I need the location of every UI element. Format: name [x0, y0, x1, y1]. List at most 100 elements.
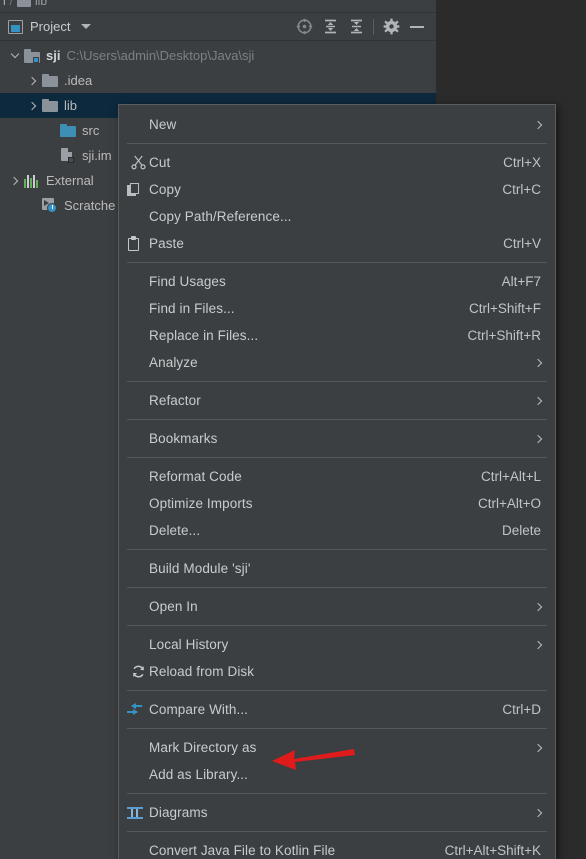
- menu-separator: [127, 381, 547, 382]
- folder-icon: [42, 99, 58, 112]
- menu-item-delete[interactable]: Delete... Delete: [119, 517, 555, 544]
- menu-item-copy[interactable]: Copy Ctrl+C: [119, 176, 555, 203]
- menu-item-label: Diagrams: [149, 805, 208, 820]
- menu-separator: [127, 793, 547, 794]
- hide-icon[interactable]: [404, 15, 430, 39]
- no-icon: [127, 468, 149, 486]
- tree-node-label: lib: [64, 98, 78, 113]
- menu-separator: [127, 625, 547, 626]
- chevron-right-icon: [533, 434, 543, 443]
- select-opened-file-icon[interactable]: [291, 15, 317, 39]
- menu-item-shortcut: Delete: [501, 523, 541, 538]
- chevron-right-icon: [533, 120, 543, 129]
- menu-item-convert-java-to-kotlin[interactable]: Convert Java File to Kotlin File Ctrl+Al…: [119, 837, 555, 859]
- menu-separator: [127, 419, 547, 420]
- menu-item-paste[interactable]: Paste Ctrl+V: [119, 230, 555, 257]
- chevron-right-icon[interactable]: [24, 76, 42, 85]
- menu-item-open-in[interactable]: Open In: [119, 593, 555, 620]
- menu-separator: [127, 549, 547, 550]
- menu-item-label: Reformat Code: [149, 469, 242, 484]
- tree-node-sji[interactable]: sji C:\Users\admin\Desktop\Java\sji: [0, 43, 436, 68]
- menu-item-label: Optimize Imports: [149, 496, 253, 511]
- menu-item-cut[interactable]: Cut Ctrl+X: [119, 149, 555, 176]
- menu-item-find-in-files[interactable]: Find in Files... Ctrl+Shift+F: [119, 295, 555, 322]
- menu-item-build-module[interactable]: Build Module 'sji': [119, 555, 555, 582]
- menu-item-reformat-code[interactable]: Reformat Code Ctrl+Alt+L: [119, 463, 555, 490]
- chevron-down-icon[interactable]: [81, 24, 92, 29]
- tree-node-label: External: [46, 173, 94, 188]
- menu-item-analyze[interactable]: Analyze: [119, 349, 555, 376]
- menu-separator: [127, 143, 547, 144]
- breadcrumb: i / lib: [0, 0, 436, 12]
- menu-item-add-as-library[interactable]: Add as Library...: [119, 761, 555, 788]
- no-icon: [127, 766, 149, 784]
- tree-node-label: sji.im: [82, 148, 112, 163]
- no-icon: [127, 522, 149, 540]
- expand-all-icon[interactable]: [317, 15, 343, 39]
- context-menu: New Cut Ctrl+X Copy Ctrl+C Copy Path/Ref…: [118, 104, 556, 859]
- breadcrumb-folder-label: lib: [35, 0, 48, 8]
- chevron-right-icon: [533, 743, 543, 752]
- menu-item-mark-directory-as[interactable]: Mark Directory as: [119, 734, 555, 761]
- menu-item-label: Reload from Disk: [149, 664, 255, 679]
- no-icon: [127, 208, 149, 226]
- menu-item-replace-in-files[interactable]: Replace in Files... Ctrl+Shift+R: [119, 322, 555, 349]
- menu-item-bookmarks[interactable]: Bookmarks: [119, 425, 555, 452]
- menu-item-label: Bookmarks: [149, 431, 218, 446]
- tree-node-label: src: [82, 123, 100, 138]
- chevron-right-icon[interactable]: [6, 176, 24, 185]
- menu-item-label: New: [149, 117, 177, 132]
- menu-separator: [127, 831, 547, 832]
- menu-item-shortcut: Alt+F7: [501, 274, 541, 289]
- menu-item-shortcut: Ctrl+D: [502, 702, 541, 717]
- tree-node-path: C:\Users\admin\Desktop\Java\sji: [66, 48, 255, 63]
- chevron-right-icon: [533, 396, 543, 405]
- tool-window-header: Project: [0, 13, 436, 41]
- menu-separator: [127, 262, 547, 263]
- no-icon: [127, 430, 149, 448]
- menu-item-local-history[interactable]: Local History: [119, 631, 555, 658]
- chevron-right-icon: [533, 602, 543, 611]
- menu-item-refactor[interactable]: Refactor: [119, 387, 555, 414]
- chevron-right-icon: [533, 640, 543, 649]
- source-folder-icon: [60, 124, 76, 137]
- chevron-right-icon[interactable]: [24, 101, 42, 110]
- paste-icon: [127, 236, 149, 251]
- tool-window-title-group[interactable]: Project: [8, 19, 92, 34]
- menu-item-optimize-imports[interactable]: Optimize Imports Ctrl+Alt+O: [119, 490, 555, 517]
- menu-item-find-usages[interactable]: Find Usages Alt+F7: [119, 268, 555, 295]
- folder-icon: [17, 0, 32, 7]
- no-icon: [127, 327, 149, 345]
- no-icon: [127, 116, 149, 134]
- menu-item-diagrams[interactable]: Diagrams: [119, 799, 555, 826]
- menu-item-copy-path-reference[interactable]: Copy Path/Reference...: [119, 203, 555, 230]
- no-icon: [127, 636, 149, 654]
- diagram-icon: [127, 806, 149, 820]
- menu-separator: [127, 587, 547, 588]
- no-icon: [127, 598, 149, 616]
- project-icon: [8, 19, 23, 34]
- scissors-icon: [127, 154, 149, 172]
- menu-item-new[interactable]: New: [119, 111, 555, 138]
- menu-item-label: Refactor: [149, 393, 201, 408]
- tree-node-idea[interactable]: .idea: [0, 68, 436, 93]
- menu-item-compare-with[interactable]: Compare With... Ctrl+D: [119, 696, 555, 723]
- tree-node-label: Scratche: [64, 198, 116, 213]
- menu-item-label: Replace in Files...: [149, 328, 259, 343]
- settings-gear-icon[interactable]: [378, 15, 404, 39]
- module-icon: [24, 48, 40, 63]
- chevron-right-icon: [533, 808, 543, 817]
- chevron-down-icon[interactable]: [6, 49, 24, 60]
- iml-file-icon: [60, 147, 76, 164]
- menu-item-reload-from-disk[interactable]: Reload from Disk: [119, 658, 555, 685]
- scratches-icon: [42, 197, 58, 214]
- folder-icon: [42, 74, 58, 87]
- menu-separator: [127, 728, 547, 729]
- menu-item-label: Compare With...: [149, 702, 249, 717]
- menu-item-shortcut: Ctrl+Alt+Shift+K: [444, 843, 541, 858]
- menu-item-label: Find Usages: [149, 274, 226, 289]
- menu-item-label: Paste: [149, 236, 185, 251]
- collapse-all-icon[interactable]: [343, 15, 369, 39]
- no-icon: [127, 300, 149, 318]
- menu-item-label: Copy: [149, 182, 181, 197]
